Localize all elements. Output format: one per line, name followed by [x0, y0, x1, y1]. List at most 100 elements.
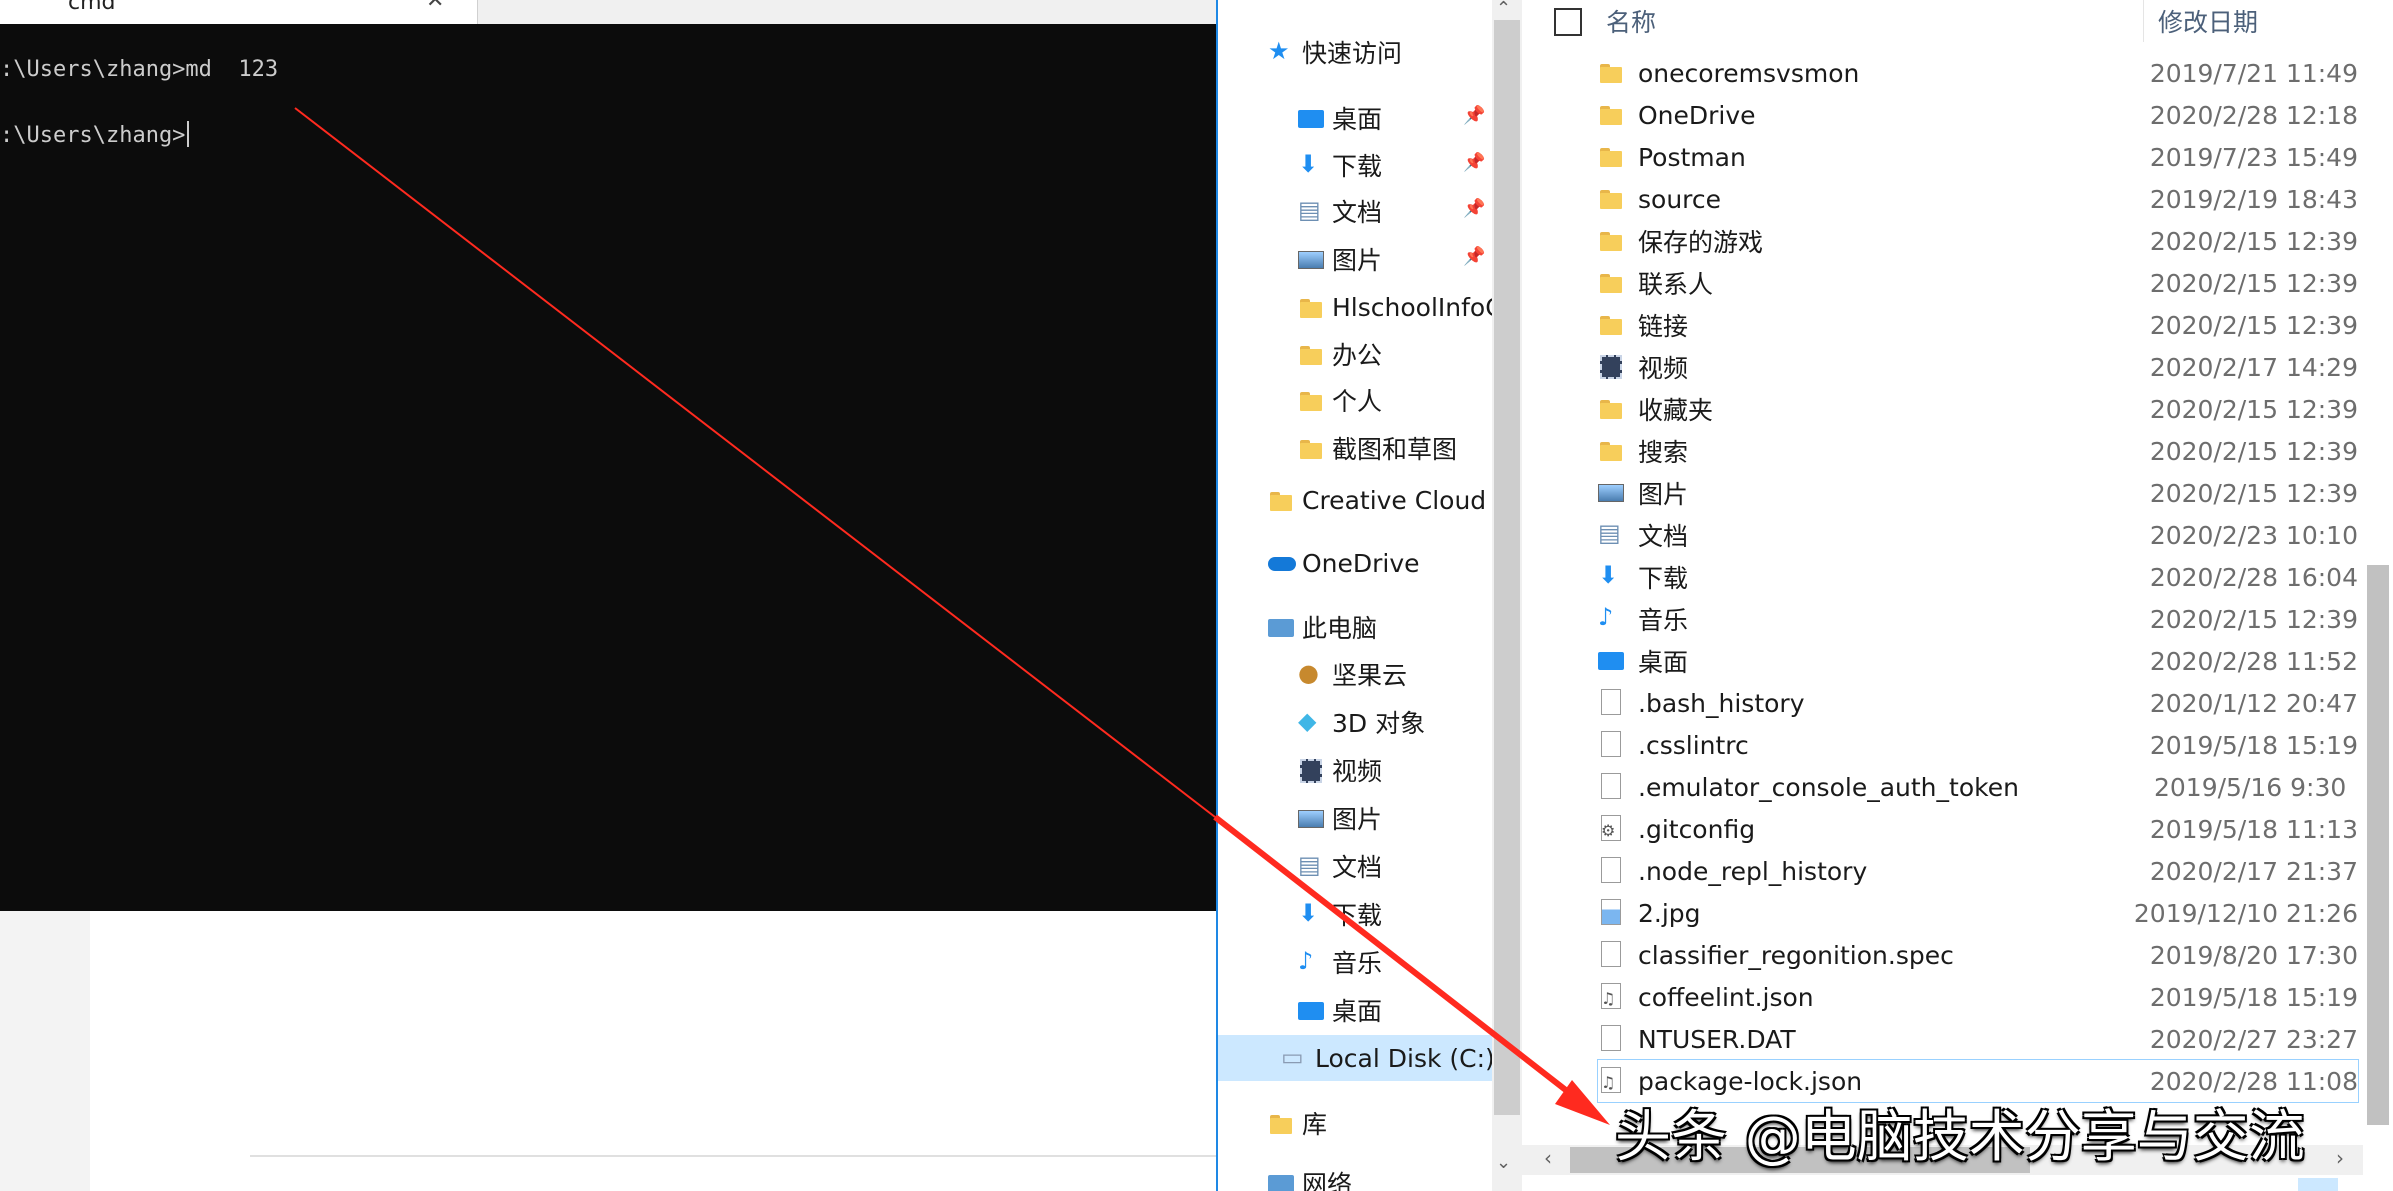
file-row[interactable]: .bash_history 2020/1/12 20:47	[1598, 682, 2358, 724]
nav-label: 此电脑	[1302, 614, 1378, 643]
file-row[interactable]: 收藏夹 2020/2/15 12:39	[1598, 388, 2358, 430]
file-modified-date: 2019/5/18 15:19	[2149, 982, 2358, 1012]
nav-item-quick-access[interactable]: 桌面	[1298, 95, 1382, 141]
pin-icon[interactable]: 📌	[1463, 246, 1485, 267]
nav-item-this-pc[interactable]: 桌面	[1298, 987, 1382, 1033]
file-row[interactable]: ⚙ .gitconfig 2019/5/18 11:13	[1598, 808, 2358, 850]
file-name: .gitconfig	[1638, 814, 1756, 844]
pin-icon[interactable]: 📌	[1463, 105, 1485, 126]
file-row[interactable]: .csslintrc 2019/5/18 15:19	[1598, 724, 2358, 766]
video-icon	[1298, 757, 1324, 783]
nav-item-quick-access[interactable]: 截图和草图	[1298, 425, 1457, 471]
folder-icon	[1598, 101, 1626, 129]
file-row[interactable]: 视频 2020/2/17 14:29	[1598, 346, 2358, 388]
file-name: 文档	[1638, 522, 1689, 551]
file-row[interactable]: 图片 2020/2/15 12:39	[1598, 472, 2358, 514]
nav-item-this-pc[interactable]: 图片	[1298, 795, 1382, 841]
nav-label: Local Disk (C:)	[1315, 1043, 1492, 1073]
folder-icon	[1298, 294, 1324, 320]
select-all-checkbox[interactable]	[1554, 8, 1582, 36]
3d-objects-icon: ◆	[1298, 707, 1317, 735]
nav-item-this-pc[interactable]: ◆ 3D 对象	[1298, 699, 1425, 745]
cmd-tab[interactable]: cmd ✕	[0, 0, 478, 24]
cmd-tab-title: cmd	[68, 0, 116, 15]
scroll-right-icon[interactable]: ›	[2336, 1146, 2344, 1170]
nav-creative-cloud[interactable]: Creative Cloud F	[1268, 477, 1492, 523]
file-row[interactable]: OneDrive 2020/2/28 12:18	[1598, 94, 2358, 136]
nav-item-quick-access[interactable]: 图片	[1298, 236, 1382, 282]
folder-icon	[1298, 387, 1324, 413]
file-row[interactable]: ♪ 音乐 2020/2/15 12:39	[1598, 598, 2358, 640]
file-row[interactable]: .node_repl_history 2020/2/17 21:37	[1598, 850, 2358, 892]
nav-item-quick-access[interactable]: 办公	[1298, 331, 1382, 377]
file-row[interactable]: Postman 2019/7/23 15:49	[1598, 136, 2358, 178]
file-name: 搜索	[1638, 438, 1689, 467]
file-row[interactable]: 联系人 2020/2/15 12:39	[1598, 262, 2358, 304]
computer-icon	[1268, 614, 1294, 640]
nav-item-quick-access[interactable]: ▤ 文档	[1298, 188, 1382, 234]
file-row[interactable]: onecoremsvsmon 2019/7/21 11:49	[1598, 52, 2358, 94]
folder-icon	[1598, 437, 1626, 465]
file-row[interactable]: ♫ coffeelint.json 2019/5/18 15:19	[1598, 976, 2358, 1018]
close-icon[interactable]: ✕	[426, 0, 444, 13]
nav-item-this-pc[interactable]: ⬇ 下载	[1298, 891, 1382, 937]
desktop-icon	[1298, 997, 1324, 1023]
nav-label: 图片	[1332, 246, 1383, 275]
file-modified-date: 2020/2/15 12:39	[2149, 394, 2358, 424]
file-row[interactable]: 链接 2020/2/15 12:39	[1598, 304, 2358, 346]
file-modified-date: 2020/2/15 12:39	[2149, 226, 2358, 256]
nav-network[interactable]: 网络	[1268, 1160, 1352, 1191]
file-row[interactable]: 桌面 2020/2/28 11:52	[1598, 640, 2358, 682]
nav-item-quick-access[interactable]: HlschoolInfoCo	[1298, 284, 1492, 330]
file-modified-date: 2019/12/10 21:26	[2133, 898, 2358, 928]
nav-item-this-pc[interactable]: ▭ Local Disk (C:)	[1218, 1035, 1492, 1081]
nav-label: Creative Cloud F	[1302, 485, 1492, 515]
nav-item-quick-access[interactable]: 个人	[1298, 377, 1382, 423]
nav-quick-access[interactable]: ★ 快速访问	[1268, 29, 1402, 75]
scroll-down-icon[interactable]: ⌄	[1496, 1152, 1511, 1173]
file-icon	[1598, 1025, 1626, 1053]
column-divider[interactable]	[2143, 0, 2144, 42]
nav-this-pc[interactable]: 此电脑	[1268, 604, 1377, 650]
nav-item-this-pc[interactable]: ♪ 音乐	[1298, 939, 1382, 985]
nav-library[interactable]: 库	[1268, 1100, 1327, 1146]
file-name: 音乐	[1638, 606, 1689, 635]
nav-item-this-pc[interactable]: ▤ 文档	[1298, 843, 1382, 889]
file-row[interactable]: source 2019/2/19 18:43	[1598, 178, 2358, 220]
file-row[interactable]: 保存的游戏 2020/2/15 12:39	[1598, 220, 2358, 262]
nav-item-this-pc[interactable]: 视频	[1298, 747, 1382, 793]
scroll-up-icon[interactable]: ⌃	[1496, 0, 1511, 19]
file-row[interactable]: classifier_regonition.spec 2019/8/20 17:3…	[1598, 934, 2358, 976]
file-icon	[1598, 689, 1626, 717]
nav-label: HlschoolInfoCo	[1332, 292, 1492, 322]
cmd-console[interactable]: :\Users\zhang>md 123 :\Users\zhang>	[0, 24, 1216, 911]
library-icon	[1268, 1110, 1294, 1136]
column-header-date[interactable]: 修改日期	[2158, 0, 2258, 42]
file-modified-date: 2020/2/28 16:04	[2149, 562, 2358, 592]
nav-scrollbar-thumb[interactable]	[1494, 20, 1520, 1115]
music-icon: ♪	[1298, 947, 1314, 975]
file-row[interactable]: NTUSER.DAT 2020/2/27 23:27	[1598, 1018, 2358, 1060]
nav-item-this-pc[interactable]: ● 坚果云	[1298, 651, 1407, 697]
nav-label: 个人	[1332, 387, 1383, 416]
download-icon: ⬇	[1298, 149, 1319, 178]
nav-item-quick-access[interactable]: ⬇ 下载	[1298, 142, 1382, 188]
column-header-name[interactable]: 名称	[1606, 0, 1656, 42]
list-vertical-scrollbar-thumb[interactable]	[2367, 565, 2389, 1125]
file-name: coffeelint.json	[1638, 982, 1814, 1012]
file-row[interactable]: 搜索 2020/2/15 12:39	[1598, 430, 2358, 472]
music-icon: ♪	[1598, 603, 1614, 631]
nav-onedrive[interactable]: OneDrive	[1268, 540, 1420, 586]
pin-icon[interactable]: 📌	[1463, 152, 1485, 173]
file-row[interactable]: 2.jpg 2019/12/10 21:26	[1598, 892, 2358, 934]
file-name: Postman	[1638, 142, 1746, 172]
cmd-line: :\Users\zhang>md 123	[0, 57, 279, 82]
file-modified-date: 2019/7/21 11:49	[2149, 58, 2358, 88]
file-row[interactable]: ⬇ 下载 2020/2/28 16:04	[1598, 556, 2358, 598]
file-row[interactable]: ▤ 文档 2020/2/23 10:10	[1598, 514, 2358, 556]
file-row[interactable]: .emulator_console_auth_token 2019/5/16 9:…	[1598, 766, 2358, 808]
navigation-pane: ★ 快速访问 桌面 📌 ⬇ 下载 📌 ▤ 文档 📌 图片 📌 HlschoolInfoCo 办公个人截…	[1218, 0, 1492, 1191]
column-header-name-label: 名称	[1606, 8, 1657, 37]
pin-icon[interactable]: 📌	[1463, 198, 1485, 219]
scroll-left-icon[interactable]: ‹	[1544, 1146, 1552, 1170]
